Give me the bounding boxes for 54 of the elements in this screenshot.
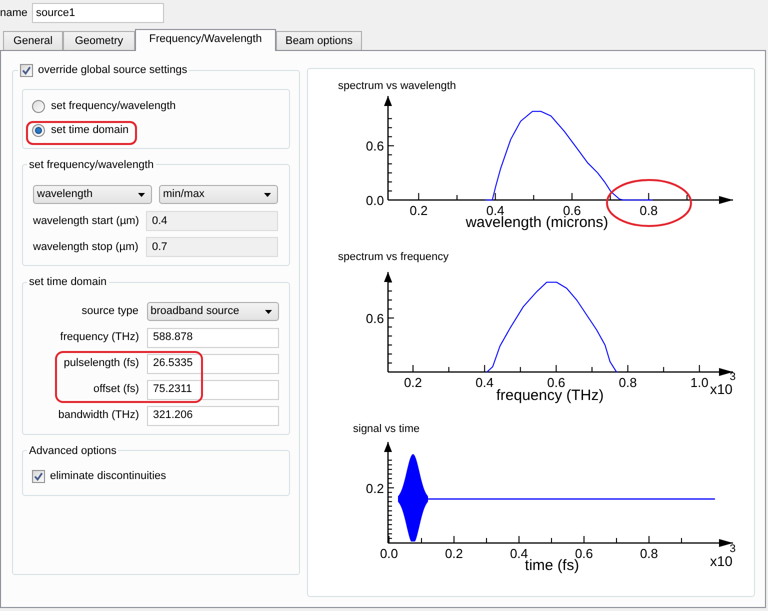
tab[interactable]: General <box>3 31 63 50</box>
caret-icon <box>265 310 272 314</box>
tick-label: 0.0 <box>366 193 384 208</box>
group-title: Advanced options <box>28 444 118 458</box>
tab[interactable]: Geometry <box>63 31 135 50</box>
tick-label: 0.8 <box>640 203 658 218</box>
check-icon <box>22 66 31 75</box>
tick-label: 0.8 <box>640 546 658 561</box>
field-label: bandwidth (THz) <box>57 408 139 424</box>
text-field[interactable]: 588.878 <box>147 328 279 348</box>
tab[interactable]: Beam options <box>276 31 362 50</box>
dropdown[interactable]: broadband source <box>146 302 279 321</box>
tick-label: 1.0 <box>690 375 708 390</box>
dropdown[interactable]: min/max <box>159 185 278 204</box>
axis-title: frequency (THz) <box>496 387 604 404</box>
checkbox-label[interactable]: eliminate discontinuities <box>50 468 166 485</box>
tick-label: 0.6 <box>366 138 384 154</box>
caret-icon <box>138 192 145 196</box>
text-field[interactable]: 26.5335 <box>147 354 279 374</box>
group-title: set frequency/wavelength <box>28 158 155 172</box>
name-field[interactable]: source1 <box>32 3 164 23</box>
tick-label: 0.2 <box>366 480 384 496</box>
field-label: wavelength start (µm) <box>33 214 138 229</box>
caret-icon <box>264 192 271 196</box>
tick-label: 0.8 <box>618 375 637 390</box>
field-label: pulselength (fs) <box>62 356 139 372</box>
chart-title: signal vs time <box>353 423 420 435</box>
checkbox[interactable] <box>20 64 33 77</box>
dropdown[interactable]: wavelength <box>33 185 152 204</box>
checkbox[interactable] <box>32 470 45 483</box>
tick-label: 0.4 <box>476 375 494 390</box>
text-field[interactable]: 75.2311 <box>147 380 279 400</box>
field-label: frequency (THz) <box>59 330 139 346</box>
field-label: wavelength stop (µm) <box>33 240 138 255</box>
tick-label: 0.2 <box>444 546 464 561</box>
tab[interactable]: Frequency/Wavelength <box>135 29 276 51</box>
field-label: name <box>0 6 29 21</box>
text-field[interactable]: 321.206 <box>147 406 279 426</box>
tick-label: 0.2 <box>404 375 422 390</box>
radio-button[interactable] <box>32 124 45 137</box>
radio-label[interactable]: set frequency/wavelength <box>51 98 176 115</box>
field-label: source type <box>80 304 139 320</box>
tick-label: 0.2 <box>410 203 428 218</box>
check-icon <box>34 472 43 481</box>
radio-label[interactable]: set time domain <box>51 122 129 139</box>
group-title: set time domain <box>28 275 108 290</box>
radio-button[interactable] <box>32 100 45 113</box>
checkbox-label[interactable]: override global source settings <box>38 62 188 78</box>
tick-label: 0.6 <box>547 375 566 390</box>
chart-title: spectrum vs frequency <box>338 251 449 263</box>
tick-label: 0.6 <box>366 311 384 326</box>
chart-title: spectrum vs wavelength <box>338 80 456 92</box>
tick-label: 0.0 <box>380 546 398 561</box>
field-label: offset (fs) <box>92 382 139 398</box>
